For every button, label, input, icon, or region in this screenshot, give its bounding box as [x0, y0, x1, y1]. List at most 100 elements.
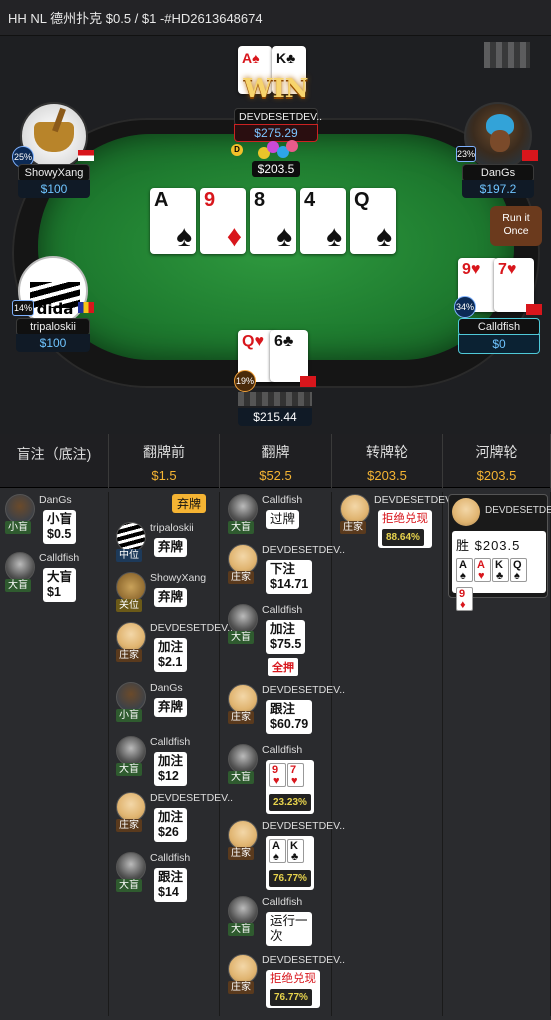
position-badge: 小盲 [5, 521, 31, 534]
player-avatar [5, 494, 35, 524]
win-label: WIN [243, 74, 309, 104]
action-bubble: 运行一次 [266, 912, 312, 946]
pot-amount: $203.5 [252, 161, 300, 177]
win-percentage-badge: 14% [12, 300, 34, 316]
hand-title-bar: HH NL 德州扑克 $0.5 / $1 -#HD2613648674 [0, 0, 551, 36]
action-bubble: 弃牌 [154, 698, 188, 717]
player-stack: $100 [16, 334, 90, 352]
flag-icon [522, 150, 538, 161]
win-percentage-badge: 19% [234, 370, 256, 392]
action-bubble: 过牌 [266, 510, 300, 529]
position-badge: 中位 [116, 549, 142, 562]
player-avatar [452, 498, 480, 526]
player-name: Calldfish [262, 744, 303, 756]
player-avatar [228, 684, 258, 714]
card-suit: ♦ [226, 220, 242, 253]
shown-cards: A ♠ K ♣ 76.77% [266, 836, 314, 890]
player-name: Calldfish [262, 604, 303, 616]
player-name: DEVDESETDEV.. [150, 622, 234, 634]
win-percentage-badge: 23% [456, 146, 476, 162]
player-name: tripaloskii [150, 522, 194, 534]
mini-card: K ♣ [492, 558, 509, 582]
position-badge: 庄家 [228, 847, 254, 860]
poker-table-area: A♠ K♣ WIN DEVDESETDEV.. $275.29 D $203.5… [0, 36, 551, 434]
action-bubble: 下注 $14.71 [266, 560, 313, 594]
run-it-once-badge: Run it Once [490, 206, 542, 246]
mini-card: A ♥ [474, 558, 491, 582]
player-name: DanGs [39, 494, 72, 506]
card-rank: 8 [254, 189, 266, 211]
player-avatar [340, 494, 370, 524]
board-card: 4 ♠ [300, 188, 346, 254]
flag-icon [300, 376, 316, 387]
flag-icon [526, 304, 542, 315]
card-label: 6♣ [274, 333, 294, 350]
winning-result: 胜 $203.5 A ♠ A ♥ K ♣ Q ♠ 9 ♦ [452, 531, 546, 611]
mini-card-suit: ♣ [291, 851, 299, 863]
player-stack: $0 [458, 334, 540, 354]
player-name: Calldfish [262, 896, 303, 908]
player-stack: $215.44 [238, 408, 312, 426]
position-badge: 庄家 [116, 819, 142, 832]
player-avatar [5, 552, 35, 582]
player-avatar [116, 622, 146, 652]
mini-card: 9 ♥ [269, 763, 286, 787]
card-label: 9♥ [462, 261, 481, 278]
equity-badge: 76.77% [270, 989, 312, 1006]
card-rank: 9 [204, 189, 216, 211]
board-card: Q ♠ [350, 188, 396, 254]
board-card: 9 ♦ [200, 188, 246, 254]
player-avatar [228, 494, 258, 524]
card-suit: ♠ [176, 220, 192, 253]
mini-card-suit: ♥ [478, 570, 485, 582]
seat-upper-left: 25% ShowyXang $100 [12, 102, 96, 198]
player-avatar [228, 820, 258, 850]
action-bubble: 大盲 $1 [43, 568, 77, 602]
position-badge: 大盲 [228, 521, 254, 534]
card-suit: ♠ [276, 220, 292, 253]
player-name: Calldfish [150, 852, 191, 864]
card-suit: ♠ [326, 220, 342, 253]
player-avatar [228, 544, 258, 574]
player-avatar [116, 522, 146, 552]
player-name: DEVDESETDEV.. [262, 820, 346, 832]
action-bubble: 弃牌 [154, 538, 188, 557]
hand-title: HH NL 德州扑克 $0.5 / $1 -#HD2613648674 [8, 11, 263, 26]
position-badge: 庄家 [340, 521, 366, 534]
player-avatar [228, 896, 258, 926]
mini-card-suit: ♣ [496, 570, 504, 582]
mini-card-suit: ♥ [273, 775, 280, 787]
mini-card: K ♣ [287, 839, 304, 863]
player-stack: $100 [18, 180, 90, 198]
action-bubble: 加注 $75.5 [266, 620, 306, 654]
player-name: DEVDESETDEV.. [374, 494, 458, 506]
all-in-badge: 全押 [268, 658, 298, 676]
fold-tag: 弃牌 [172, 494, 207, 513]
action-bubble: 小盲 $0.5 [43, 510, 77, 544]
mini-card: A ♠ [456, 558, 473, 582]
player-avatar [228, 744, 258, 774]
win-percentage-badge: 34% [454, 296, 476, 318]
player-name: ShowyXang [150, 572, 207, 584]
dealer-button: D [231, 144, 243, 156]
board-card: 8 ♠ [250, 188, 296, 254]
card-label: Q♥ [242, 333, 264, 350]
player-name: DanGs [150, 682, 183, 694]
card-rank: Q [354, 189, 370, 211]
position-badge: 大盲 [5, 579, 31, 592]
player-avatar [116, 792, 146, 822]
player-avatar [116, 572, 146, 602]
equity-badge: 76.77% [269, 870, 311, 887]
card-label: 7♥ [498, 261, 517, 278]
action-bubble: 加注 $12 [154, 752, 188, 786]
position-badge: 大盲 [116, 763, 142, 776]
equity-badge: 23.23% [269, 794, 311, 811]
position-badge: 庄家 [228, 711, 254, 724]
player-name: Calldfish [262, 494, 303, 506]
player-name: DEVDESETDEV.. [150, 792, 234, 804]
seat-mid-left: dida 14% tripaloskii $100 [10, 256, 96, 356]
action-bubble: 拒绝兑现 76.77% [266, 970, 320, 1008]
best-hand-cards: A ♠ A ♥ K ♣ Q ♠ 9 ♦ [456, 558, 542, 616]
action-bubble: 拒绝兑现 88.64% [378, 510, 432, 548]
position-badge: 小盲 [116, 709, 142, 722]
